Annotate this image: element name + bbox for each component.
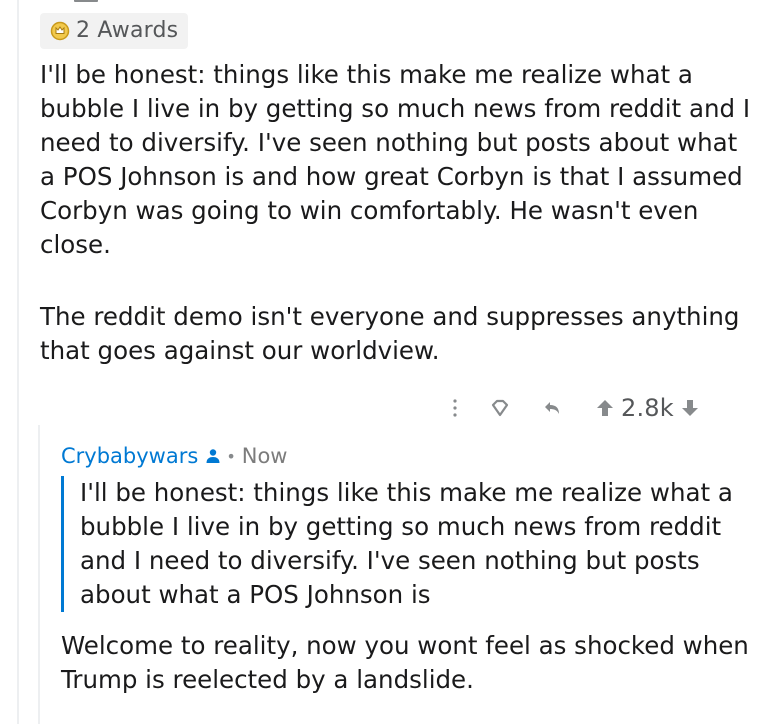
reply-button[interactable] (537, 393, 567, 423)
reply-username[interactable]: Crybabywars (61, 444, 198, 468)
downvote-icon (681, 400, 698, 416)
vote-score: 2.8k (621, 394, 674, 422)
parent-comment-paragraph: The reddit demo isn't everyone and suppr… (40, 302, 740, 365)
parent-username-cropped (74, 0, 98, 3)
more-options-icon (453, 399, 457, 417)
give-award-button[interactable] (485, 393, 515, 423)
comment-action-bar: 2.8k (440, 392, 702, 424)
reply-comment-header: Crybabywars • Now (61, 441, 287, 471)
upvote-icon (597, 400, 613, 416)
award-icon (50, 21, 70, 41)
reply-comment-body: Welcome to reality, now you wont feel as… (61, 631, 749, 694)
reply-timestamp: Now (241, 444, 288, 468)
downvote-button[interactable] (678, 393, 702, 423)
more-options-button[interactable] (440, 393, 470, 423)
reply-quote-block: I'll be honest: things like this make me… (61, 476, 761, 612)
meta-separator: • (226, 446, 236, 466)
parent-comment-body: I'll be honest: things like this make me… (40, 58, 760, 368)
awards-badge[interactable]: 2 Awards (40, 13, 189, 49)
reply-icon (545, 402, 559, 414)
awards-count: 2 Awards (76, 18, 179, 43)
thread-line[interactable] (17, 0, 19, 724)
reply-thread-line[interactable] (38, 425, 40, 724)
op-user-icon (206, 449, 220, 463)
parent-comment-paragraph: I'll be honest: things like this make me… (40, 60, 751, 259)
upvote-button[interactable] (593, 393, 617, 423)
give-award-icon (491, 399, 509, 417)
